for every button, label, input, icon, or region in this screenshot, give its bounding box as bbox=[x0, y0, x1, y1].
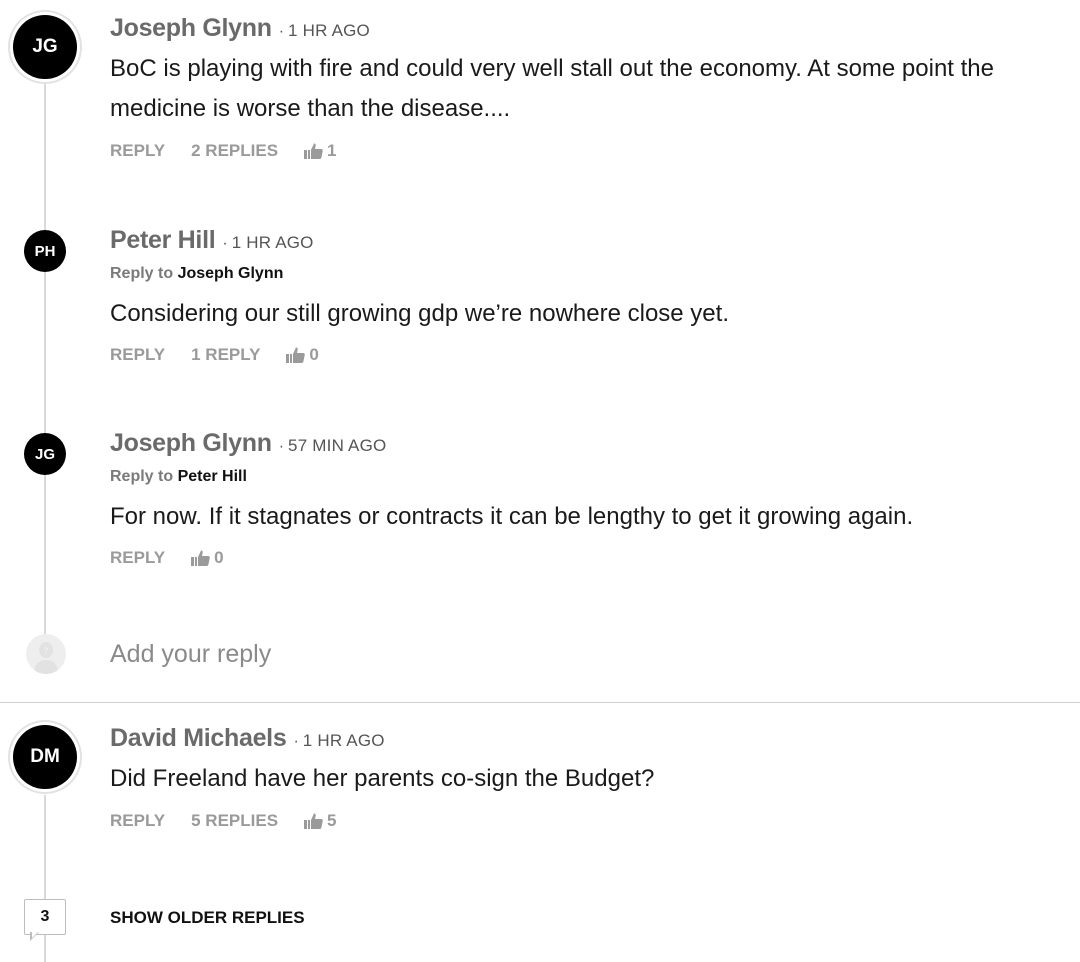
like-button[interactable]: 5 bbox=[304, 811, 337, 831]
author-name[interactable]: Peter Hill bbox=[110, 226, 216, 255]
comment-actions: REPLY 0 bbox=[110, 548, 1060, 568]
timestamp: 1 HR AGO bbox=[302, 731, 385, 750]
replies-toggle[interactable]: 1 REPLY bbox=[191, 345, 260, 365]
user-placeholder-icon: ? bbox=[26, 634, 66, 674]
thumbs-up-icon bbox=[286, 347, 306, 363]
reply-button[interactable]: REPLY bbox=[110, 811, 165, 831]
comment-body: BoC is playing with fire and could very … bbox=[110, 55, 995, 122]
reply-to-prefix: Reply to bbox=[110, 265, 174, 282]
add-reply-input[interactable]: Add your reply bbox=[110, 640, 271, 669]
reply-button[interactable]: REPLY bbox=[110, 548, 165, 568]
add-reply-row[interactable]: ? Add your reply bbox=[0, 633, 1080, 677]
avatar[interactable]: PH bbox=[24, 230, 66, 272]
reply-to-line: Reply to Peter Hill bbox=[110, 468, 1060, 486]
like-button[interactable]: 1 bbox=[304, 141, 337, 161]
separator-dot: · bbox=[222, 235, 228, 252]
show-older-replies-button[interactable]: SHOW OLDER REPLIES bbox=[110, 908, 305, 928]
like-button[interactable]: 0 bbox=[191, 548, 224, 568]
replies-toggle[interactable]: 5 REPLIES bbox=[191, 811, 278, 831]
timestamp: 57 MIN AGO bbox=[288, 436, 387, 455]
like-button[interactable]: 0 bbox=[286, 345, 319, 365]
author-name[interactable]: David Michaels bbox=[110, 724, 287, 753]
separator-dot: · bbox=[278, 438, 285, 455]
timestamp: 1 HR AGO bbox=[231, 233, 314, 252]
comment-actions: REPLY 2 REPLIES 1 bbox=[110, 141, 1060, 161]
comment-actions: REPLY 1 REPLY 0 bbox=[110, 345, 1060, 365]
thumbs-up-icon bbox=[191, 550, 210, 566]
avatar[interactable]: DM bbox=[13, 725, 77, 789]
svg-text:?: ? bbox=[44, 647, 49, 657]
comment-header: Joseph Glynn · 1 HR AGO bbox=[110, 14, 1060, 43]
comment-actions: REPLY 5 REPLIES 5 bbox=[110, 811, 1060, 831]
divider bbox=[0, 702, 1080, 703]
avatar[interactable]: JG bbox=[24, 433, 66, 475]
author-name[interactable]: Joseph Glynn bbox=[110, 429, 272, 458]
replies-toggle[interactable]: 2 REPLIES bbox=[191, 141, 278, 161]
show-older-replies-row: 3 SHOW OLDER REPLIES bbox=[0, 899, 1080, 949]
reply-to-author[interactable]: Peter Hill bbox=[178, 468, 247, 485]
comment-header: Peter Hill · 1 HR AGO bbox=[110, 226, 1060, 255]
avatar[interactable]: JG bbox=[13, 15, 77, 79]
comment-body: Considering our still growing gdp we’re … bbox=[110, 300, 729, 327]
thumbs-up-icon bbox=[304, 813, 323, 829]
older-replies-count[interactable]: 3 bbox=[24, 899, 66, 935]
like-count: 0 bbox=[214, 548, 224, 567]
author-name[interactable]: Joseph Glynn bbox=[110, 14, 272, 43]
like-count: 0 bbox=[309, 345, 319, 364]
comments-thread: JG Joseph Glynn · 1 HR AGO BoC is playin… bbox=[0, 0, 1080, 962]
like-count: 5 bbox=[327, 811, 337, 830]
reply-to-author[interactable]: Joseph Glynn bbox=[178, 265, 284, 282]
comment-body: For now. If it stagnates or contracts it… bbox=[110, 503, 914, 530]
separator-dot: · bbox=[293, 733, 299, 750]
thread-line bbox=[44, 84, 46, 639]
separator-dot: · bbox=[278, 23, 285, 40]
comment-header: Joseph Glynn · 57 MIN AGO bbox=[110, 429, 1060, 458]
reply-to-line: Reply to Joseph Glynn bbox=[110, 265, 1060, 283]
speech-bubble-tail-inner bbox=[32, 932, 38, 938]
comment-header: David Michaels · 1 HR AGO bbox=[110, 724, 1060, 753]
thumbs-up-icon bbox=[304, 143, 323, 159]
reply-to-prefix: Reply to bbox=[110, 468, 174, 485]
like-count: 1 bbox=[327, 141, 337, 160]
reply-button[interactable]: REPLY bbox=[110, 141, 165, 161]
timestamp: 1 HR AGO bbox=[288, 21, 370, 40]
reply-button[interactable]: REPLY bbox=[110, 345, 165, 365]
comment-body: Did Freeland have her parents co-sign th… bbox=[110, 765, 655, 792]
